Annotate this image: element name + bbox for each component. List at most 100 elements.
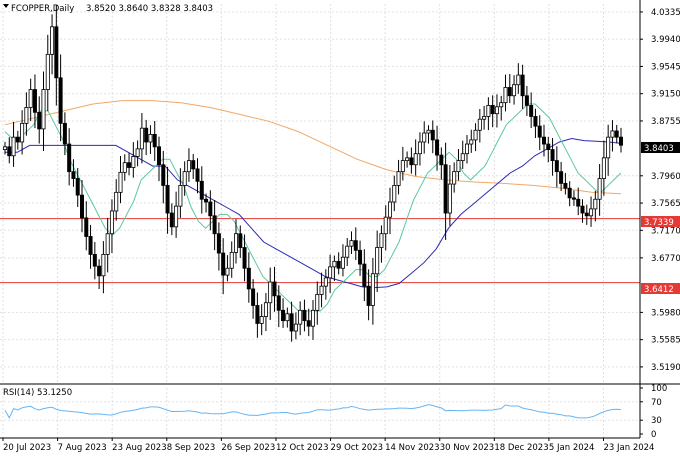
candle-body[interactable]	[54, 26, 59, 79]
candle-body[interactable]	[571, 197, 576, 200]
candle-body[interactable]	[580, 205, 585, 214]
candle-body[interactable]	[84, 217, 89, 237]
candle-body[interactable]	[387, 201, 392, 218]
candle-body[interactable]	[477, 118, 482, 131]
candle-body[interactable]	[392, 185, 397, 203]
candle-body[interactable]	[225, 267, 230, 276]
candle-body[interactable]	[186, 160, 191, 173]
candle-body[interactable]	[593, 198, 598, 210]
candle-body[interactable]	[169, 212, 174, 228]
candle-body[interactable]	[191, 160, 196, 170]
candle-body[interactable]	[199, 180, 204, 200]
candle-body[interactable]	[216, 233, 221, 254]
candle-body[interactable]	[80, 194, 85, 219]
candle-body[interactable]	[349, 240, 354, 247]
candle-body[interactable]	[118, 171, 123, 193]
candle-body[interactable]	[396, 171, 401, 186]
candle-body[interactable]	[109, 210, 114, 235]
candle-body[interactable]	[88, 236, 93, 255]
candle-body[interactable]	[473, 129, 478, 141]
candle-body[interactable]	[507, 87, 512, 97]
candle-body[interactable]	[516, 74, 521, 86]
candle-body[interactable]	[426, 129, 431, 134]
candle-body[interactable]	[139, 127, 144, 150]
candle-body[interactable]	[178, 185, 183, 207]
candle-body[interactable]	[41, 89, 46, 130]
candle-body[interactable]	[50, 26, 55, 55]
candle-body[interactable]	[499, 102, 504, 108]
candle-body[interactable]	[281, 309, 286, 322]
candle-body[interactable]	[204, 198, 209, 203]
candle-body[interactable]	[563, 182, 568, 189]
candle-body[interactable]	[597, 178, 602, 200]
candle-body[interactable]	[263, 302, 268, 317]
candle-body[interactable]	[212, 215, 217, 235]
candle-body[interactable]	[336, 260, 341, 269]
candle-body[interactable]	[298, 309, 303, 325]
candle-body[interactable]	[601, 157, 606, 179]
candle-body[interactable]	[148, 133, 153, 143]
candle-body[interactable]	[92, 254, 97, 267]
candle-body[interactable]	[255, 305, 260, 324]
candle-body[interactable]	[75, 178, 80, 196]
candle-body[interactable]	[156, 146, 161, 166]
candle-body[interactable]	[503, 87, 508, 104]
candle-body[interactable]	[559, 171, 564, 184]
candle-body[interactable]	[584, 212, 589, 217]
candle-body[interactable]	[242, 247, 247, 269]
candle-body[interactable]	[152, 133, 157, 148]
candle-body[interactable]	[20, 122, 25, 143]
candle-body[interactable]	[105, 233, 110, 255]
candle-body[interactable]	[353, 240, 358, 251]
candle-body[interactable]	[122, 162, 127, 173]
candle-body[interactable]	[268, 281, 273, 304]
candle-body[interactable]	[610, 130, 615, 138]
candle-body[interactable]	[370, 273, 375, 306]
candle-body[interactable]	[127, 162, 132, 168]
candle-body[interactable]	[567, 187, 572, 199]
candle-body[interactable]	[435, 139, 440, 156]
candle-body[interactable]	[447, 183, 452, 214]
candle-body[interactable]	[379, 233, 384, 248]
candle-body[interactable]	[259, 316, 264, 324]
candle-body[interactable]	[32, 89, 37, 113]
trading-chart[interactable]: 4.0335 3.9940 3.9545 3.9150 3.8755 3.7960 3.75…	[0, 0, 680, 454]
candle-body[interactable]	[62, 122, 67, 145]
candle-body[interactable]	[174, 205, 179, 228]
candle-body[interactable]	[310, 309, 315, 327]
candle-body[interactable]	[285, 313, 290, 322]
candle-body[interactable]	[24, 107, 29, 124]
candle-body[interactable]	[246, 267, 251, 290]
candle-body[interactable]	[464, 143, 469, 155]
candle-body[interactable]	[529, 105, 534, 117]
candle-body[interactable]	[400, 160, 405, 173]
candle-body[interactable]	[45, 53, 50, 90]
candle-body[interactable]	[229, 251, 234, 269]
candle-body[interactable]	[315, 294, 320, 311]
candle-body[interactable]	[417, 141, 422, 155]
candle-body[interactable]	[67, 143, 72, 173]
candle-body[interactable]	[11, 136, 16, 157]
candle-body[interactable]	[195, 168, 200, 182]
candle-body[interactable]	[221, 252, 226, 276]
candle-body[interactable]	[533, 116, 538, 127]
candle-body[interactable]	[37, 111, 42, 130]
candle-body[interactable]	[452, 171, 457, 185]
candle-body[interactable]	[131, 156, 136, 168]
candle-body[interactable]	[302, 309, 307, 322]
candle-body[interactable]	[289, 313, 294, 332]
candle-body[interactable]	[7, 146, 12, 157]
candle-body[interactable]	[144, 127, 149, 143]
candle-body[interactable]	[328, 266, 333, 279]
candle-body[interactable]	[340, 256, 345, 269]
candle-body[interactable]	[546, 143, 551, 150]
candle-body[interactable]	[358, 249, 363, 265]
candle-body[interactable]	[512, 84, 517, 97]
candle-body[interactable]	[114, 191, 119, 212]
candle-body[interactable]	[413, 153, 418, 166]
chart-canvas[interactable]: 4.0335 3.9940 3.9545 3.9150 3.8755 3.7960 3.75…	[0, 0, 680, 454]
candle-body[interactable]	[97, 265, 102, 277]
candle-body[interactable]	[422, 132, 427, 143]
candle-body[interactable]	[293, 323, 298, 332]
candle-body[interactable]	[486, 105, 491, 117]
